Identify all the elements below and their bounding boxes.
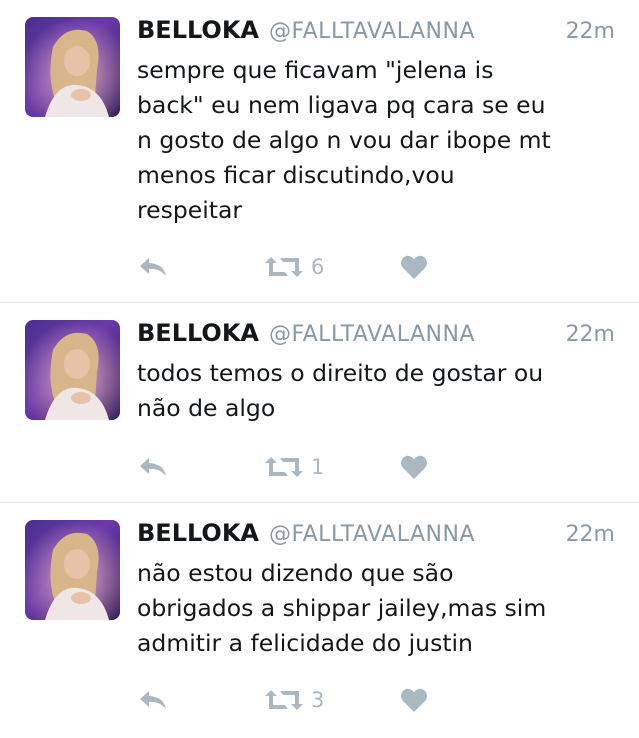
retweet-button[interactable]: 3 [263, 683, 324, 717]
retweet-icon [265, 690, 303, 710]
retweet-icon [265, 457, 303, 477]
tweet-text: não estou dizendo que são obrigados a sh… [137, 559, 547, 657]
reply-icon [140, 691, 166, 709]
avatar[interactable] [25, 17, 120, 117]
like-button[interactable] [400, 250, 428, 284]
tweet[interactable]: BELLOKA @FALLTAVALANNA 22m todos temos o… [0, 303, 639, 503]
tweet-actions: 1 [137, 450, 599, 484]
retweet-count: 3 [311, 688, 325, 712]
tweet-actions: 6 [137, 250, 599, 284]
timestamp[interactable]: 22m [566, 19, 615, 44]
tweet-header: BELLOKA @FALLTAVALANNA 22m [137, 16, 615, 50]
reply-button[interactable] [137, 450, 169, 484]
like-button[interactable] [400, 450, 428, 484]
reply-button[interactable] [137, 683, 169, 717]
heart-icon [401, 255, 427, 279]
timestamp[interactable]: 22m [566, 522, 615, 547]
tweet-header: BELLOKA @FALLTAVALANNA 22m [137, 519, 615, 553]
user-handle[interactable]: @FALLTAVALANNA [269, 322, 475, 347]
retweet-button[interactable]: 1 [263, 450, 324, 484]
retweet-button[interactable]: 6 [263, 250, 324, 284]
avatar[interactable] [25, 520, 120, 620]
user-name[interactable]: BELLOKA [137, 16, 259, 44]
retweet-count: 6 [311, 255, 325, 279]
tweet[interactable]: BELLOKA @FALLTAVALANNA 22m não estou diz… [0, 503, 639, 738]
user-handle[interactable]: @FALLTAVALANNA [269, 19, 475, 44]
reply-icon [140, 258, 166, 276]
avatar[interactable] [25, 320, 120, 420]
retweet-icon [265, 257, 303, 277]
user-name[interactable]: BELLOKA [137, 519, 259, 547]
tweet-actions: 3 [137, 683, 599, 717]
tweet[interactable]: BELLOKA @FALLTAVALANNA 22m sempre que fi… [0, 0, 639, 303]
tweet-header: BELLOKA @FALLTAVALANNA 22m [137, 319, 615, 353]
timestamp[interactable]: 22m [566, 322, 615, 347]
like-button[interactable] [400, 683, 428, 717]
tweet-text: todos temos o direito de gostar ou não d… [137, 359, 544, 422]
reply-icon [140, 458, 166, 476]
user-name[interactable]: BELLOKA [137, 319, 259, 347]
reply-button[interactable] [137, 250, 169, 284]
heart-icon [401, 688, 427, 712]
tweet-text: sempre que ficavam "jelena is back" eu n… [137, 56, 551, 224]
heart-icon [401, 455, 427, 479]
user-handle[interactable]: @FALLTAVALANNA [269, 522, 475, 547]
tweet-feed: BELLOKA @FALLTAVALANNA 22m sempre que fi… [0, 0, 639, 738]
retweet-count: 1 [311, 455, 325, 479]
